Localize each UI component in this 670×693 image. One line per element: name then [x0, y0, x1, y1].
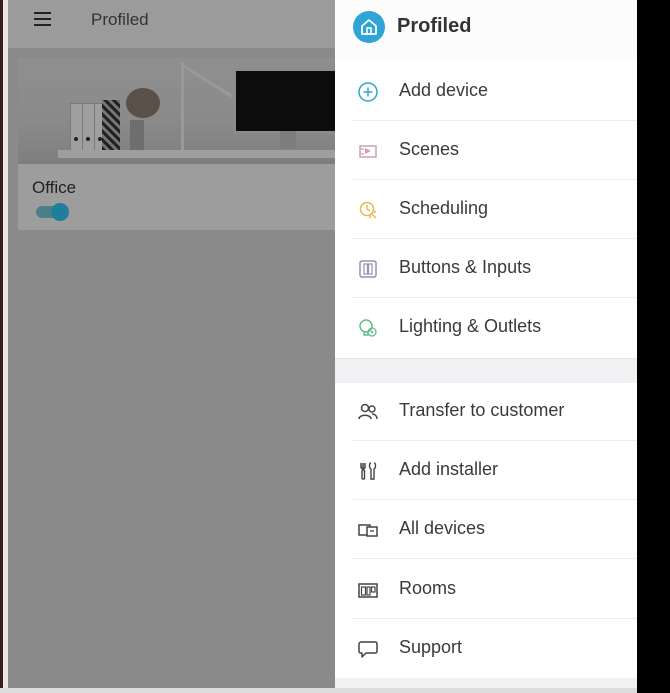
drawer-header: Profiled — [335, 0, 637, 60]
room-card[interactable]: Office — [18, 58, 336, 230]
rooms-icon — [358, 583, 378, 598]
picture-frame-shape — [102, 100, 120, 150]
menu-item-label: Transfer to customer — [399, 400, 565, 420]
room-toggle-knob[interactable] — [51, 203, 69, 221]
home-icon — [353, 11, 385, 43]
menu-item-all-devices[interactable]: All devices — [335, 500, 637, 559]
menu-item-support[interactable]: Support — [335, 619, 637, 678]
app-window: Profiled Office Profiled Add device Scen… — [0, 0, 637, 693]
menu-item-add-installer[interactable]: Add installer — [335, 441, 637, 500]
drawer-footer — [335, 678, 637, 688]
lighting-icon — [359, 319, 377, 337]
tools-icon — [360, 462, 377, 480]
vase-shape — [130, 120, 144, 150]
drawer-title: Profiled — [397, 15, 472, 37]
frame-edge-highlight — [3, 0, 8, 693]
top-bar: Profiled — [8, 0, 338, 48]
menu-item-label: Add device — [399, 80, 489, 100]
chat-bubble-icon — [358, 641, 378, 658]
menu-item-label: Scheduling — [399, 198, 489, 218]
menu-item-add-device[interactable]: Add device — [335, 62, 637, 121]
room-photo — [18, 58, 336, 164]
monitor-stand-shape — [280, 131, 296, 149]
users-icon — [358, 403, 378, 420]
desk-shape — [58, 150, 336, 158]
menu-item-buttons-inputs[interactable]: Buttons & Inputs — [335, 239, 637, 298]
menu-item-label: Lighting & Outlets — [399, 316, 542, 336]
menu-item-label: Scenes — [399, 139, 460, 159]
menu-item-rooms[interactable]: Rooms — [335, 560, 637, 619]
scheduling-icon — [359, 201, 377, 219]
plant-shape — [126, 88, 160, 118]
navigation-drawer: Profiled Add device Scenes Scheduling Bu… — [335, 0, 637, 688]
monitor-shape — [233, 68, 336, 134]
lamp-shape — [181, 63, 184, 151]
menu-item-transfer-to-customer[interactable]: Transfer to customer — [335, 382, 637, 441]
menu-item-label: All devices — [399, 518, 486, 538]
top-bar-title: Profiled — [91, 10, 149, 29]
menu-item-label: Support — [399, 637, 463, 657]
menu-item-lighting-outlets[interactable]: Lighting & Outlets — [335, 298, 637, 357]
frame-bottom-edge — [0, 688, 637, 693]
add-circle-icon — [358, 82, 378, 102]
menu-item-scheduling[interactable]: Scheduling — [335, 180, 637, 239]
menu-item-scenes[interactable]: Scenes — [335, 121, 637, 180]
menu-item-label: Buttons & Inputs — [399, 257, 532, 277]
buttons-icon — [359, 260, 377, 278]
devices-icon — [358, 524, 378, 537]
hamburger-menu-icon[interactable] — [34, 12, 51, 26]
lamp-arm-shape — [180, 63, 233, 98]
section-divider — [335, 358, 637, 383]
menu-item-label: Rooms — [399, 578, 457, 598]
room-name: Office — [32, 178, 77, 197]
menu-item-label: Add installer — [399, 459, 499, 479]
scenes-icon — [359, 145, 377, 158]
